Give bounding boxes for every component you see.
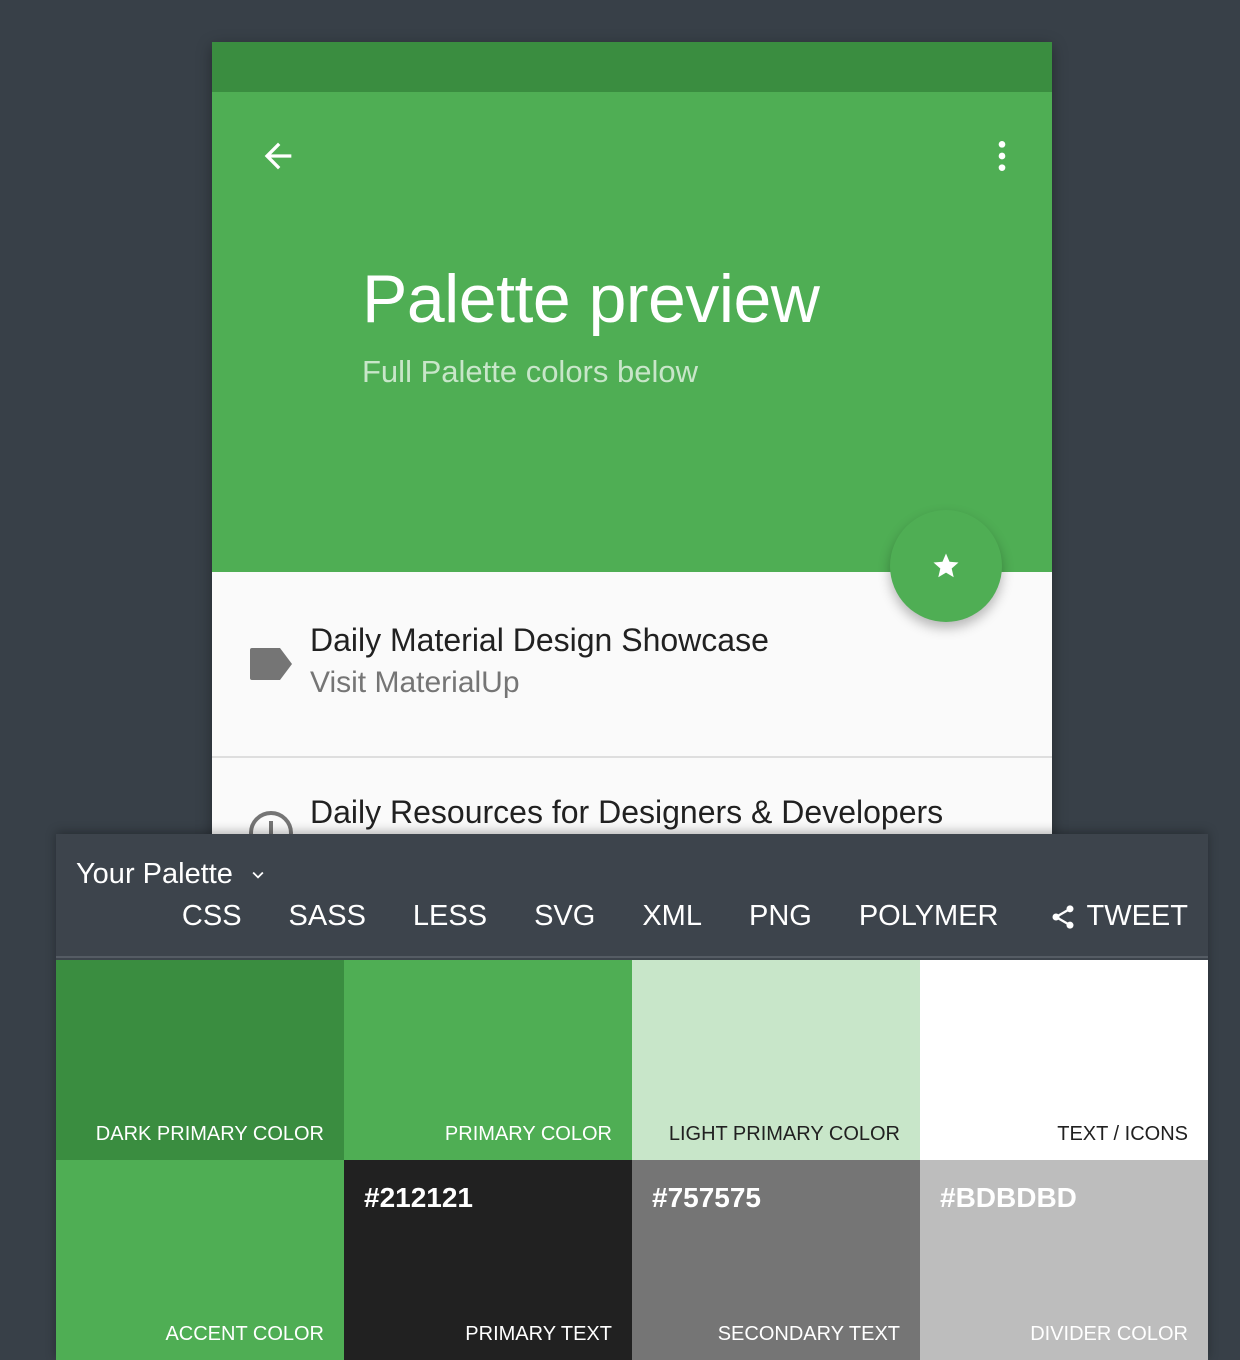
status-bar — [212, 42, 1052, 92]
swatch-name: ACCENT COLOR — [165, 1323, 324, 1345]
export-png-button[interactable]: PNG — [749, 900, 812, 933]
chevron-down-icon — [252, 871, 264, 879]
swatch-name: LIGHT PRIMARY COLOR — [668, 1123, 900, 1145]
swatch-divider[interactable]: #BDBDBD DIVIDER COLOR — [920, 1160, 1208, 1360]
tweet-button[interactable]: TWEET — [1049, 900, 1189, 933]
page-subtitle: Full Palette colors below — [362, 354, 698, 389]
swatch-primary[interactable]: PRIMARY COLOR — [344, 960, 632, 1160]
swatch-accent[interactable]: ACCENT COLOR — [56, 1160, 344, 1360]
list-item-subtitle[interactable]: Visit MaterialUp — [310, 666, 520, 700]
swatch-primary-text[interactable]: #212121 PRIMARY TEXT — [344, 1160, 632, 1360]
export-xml-button[interactable]: XML — [642, 900, 702, 933]
export-less-button[interactable]: LESS — [413, 900, 487, 933]
back-button[interactable] — [256, 134, 300, 178]
tweet-label: TWEET — [1086, 900, 1189, 932]
palette-dropdown[interactable]: Your Palette — [76, 858, 269, 891]
swatch-dark-primary[interactable]: DARK PRIMARY COLOR — [56, 960, 344, 1160]
palette-preview-phone: Palette preview Full Palette colors belo… — [212, 42, 1052, 942]
page-title: Palette preview — [362, 261, 820, 337]
palette-panel-header: Your Palette CSS SASS LESS SVG XML PNG P… — [56, 834, 1208, 958]
swatch-name: PRIMARY TEXT — [465, 1323, 612, 1345]
export-format-tabs: CSS SASS LESS SVG XML PNG POLYMER TWEET — [182, 900, 1188, 933]
swatch-name: PRIMARY COLOR — [444, 1123, 612, 1145]
export-polymer-button[interactable]: POLYMER — [859, 900, 999, 933]
list-item-title: Daily Material Design Showcase — [310, 622, 769, 658]
swatch-name: DIVIDER COLOR — [1030, 1323, 1188, 1345]
swatch-text-icons[interactable]: TEXT / ICONS — [920, 960, 1208, 1160]
list-item-title: Daily Resources for Designers & Develope… — [310, 794, 944, 830]
export-svg-button[interactable]: SVG — [534, 900, 595, 933]
label-tag-icon — [250, 648, 292, 680]
palette-panel: Your Palette CSS SASS LESS SVG XML PNG P… — [56, 834, 1208, 1360]
swatch-hex: #212121 — [364, 1182, 474, 1213]
export-css-button[interactable]: CSS — [182, 900, 242, 933]
palette-swatch-grid: DARK PRIMARY COLOR PRIMARY COLOR LIGHT P… — [56, 960, 1208, 1360]
favorite-fab[interactable] — [890, 510, 1002, 622]
swatch-light-primary[interactable]: LIGHT PRIMARY COLOR — [632, 960, 920, 1160]
swatch-name: SECONDARY TEXT — [717, 1323, 900, 1345]
swatch-hex: #BDBDBD — [940, 1182, 1077, 1213]
star-icon — [933, 553, 959, 578]
swatch-hex: #757575 — [652, 1182, 762, 1213]
more-vertical-icon — [998, 141, 1006, 171]
swatch-name: TEXT / ICONS — [1057, 1123, 1188, 1145]
swatch-secondary-text[interactable]: #757575 SECONDARY TEXT — [632, 1160, 920, 1360]
arrow-left-icon — [264, 142, 292, 170]
palette-dropdown-label: Your Palette — [76, 858, 233, 890]
share-icon — [1052, 904, 1073, 929]
more-options-button[interactable] — [980, 134, 1024, 178]
swatch-name: DARK PRIMARY COLOR — [95, 1123, 324, 1145]
export-sass-button[interactable]: SASS — [289, 900, 366, 933]
